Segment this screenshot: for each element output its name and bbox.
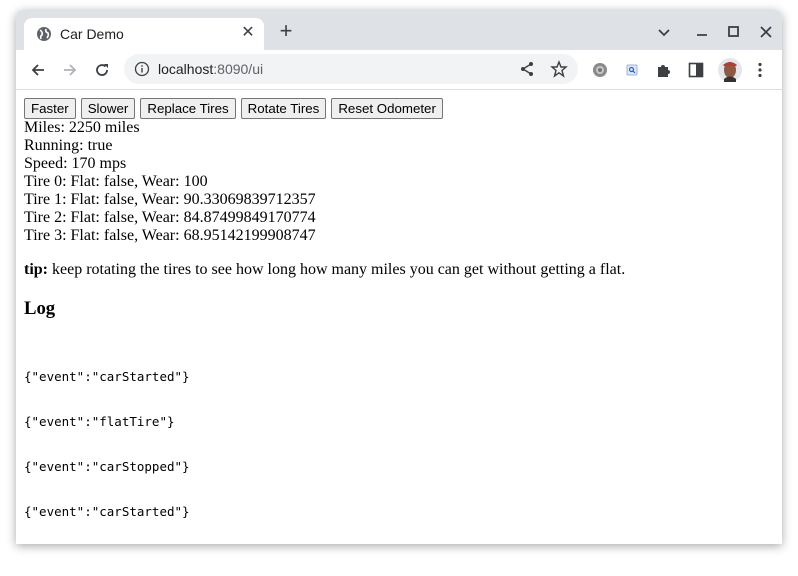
address-bar[interactable]: localhost:8090/ui — [124, 54, 578, 84]
miles-readout: Miles: 2250 miles — [24, 119, 140, 136]
url-text[interactable]: localhost:8090/ui — [158, 61, 263, 77]
url-host: localhost — [158, 61, 214, 77]
log-entry: {"event":"carStarted"} — [24, 369, 190, 384]
faster-button[interactable]: Faster — [24, 98, 76, 119]
log-entries: {"event":"carStarted"} {"event":"flatTir… — [24, 339, 190, 544]
title-bar: Car Demo ✕ + — [16, 10, 782, 50]
page-content: Faster Slower Replace Tires Rotate Tires… — [16, 90, 782, 544]
speed-readout: Speed: 170 mps — [24, 155, 127, 172]
reload-icon[interactable] — [92, 60, 112, 80]
car-status: Miles: 2250 miles Running: true Speed: 1… — [24, 119, 316, 245]
globe-icon — [37, 27, 51, 41]
back-icon[interactable] — [28, 60, 48, 80]
browser-window: Car Demo ✕ + localhost:8090/ui Faster Sl… — [16, 10, 782, 544]
tip-label: tip: — [24, 261, 48, 278]
slower-button[interactable]: Slower — [80, 98, 136, 119]
tire-status: Tire 2: Flat: false, Wear: 84.8749984917… — [24, 209, 316, 226]
tab-title: Car Demo — [60, 26, 124, 42]
maximize-icon[interactable] — [724, 22, 744, 42]
kebab-menu-icon[interactable] — [750, 60, 770, 80]
window-close-icon[interactable] — [756, 22, 776, 42]
plus-icon[interactable]: + — [276, 20, 296, 42]
minimize-icon[interactable] — [692, 22, 712, 42]
star-icon[interactable] — [550, 60, 568, 78]
chevron-down-icon[interactable] — [654, 22, 674, 42]
side-panel-icon[interactable] — [686, 60, 706, 80]
tire-status: Tire 3: Flat: false, Wear: 68.9514219990… — [24, 227, 316, 244]
rotate-tires-button[interactable]: Rotate Tires — [240, 98, 327, 119]
browser-toolbar: localhost:8090/ui — [16, 50, 782, 90]
share-icon[interactable] — [518, 60, 536, 78]
tip-body: keep rotating the tires to see how long … — [48, 261, 626, 278]
tip-text: tip: keep rotating the tires to see how … — [24, 261, 625, 279]
tire-status: Tire 1: Flat: false, Wear: 90.3306983971… — [24, 191, 316, 208]
reset-odometer-button[interactable]: Reset Odometer — [331, 98, 443, 119]
url-port-path: :8090/ui — [213, 61, 264, 77]
control-buttons: Faster Slower Replace Tires Rotate Tires… — [24, 98, 444, 119]
log-entry: {"event":"flatTire"} — [24, 414, 175, 429]
replace-tires-button[interactable]: Replace Tires — [140, 98, 236, 119]
settings-extension-icon[interactable] — [590, 60, 610, 80]
avatar[interactable] — [718, 58, 742, 82]
puzzle-icon[interactable] — [654, 60, 674, 80]
log-entry: {"event":"carStarted"} — [24, 504, 190, 519]
log-entry: {"event":"carStopped"} — [24, 459, 190, 474]
search-extension-icon[interactable] — [622, 60, 642, 80]
log-heading: Log — [24, 298, 56, 319]
running-readout: Running: true — [24, 137, 113, 154]
tab-car-demo[interactable]: Car Demo ✕ — [24, 18, 264, 50]
close-icon[interactable]: ✕ — [240, 25, 256, 41]
tire-status: Tire 0: Flat: false, Wear: 100 — [24, 173, 208, 190]
forward-icon[interactable] — [60, 60, 80, 80]
info-icon[interactable] — [134, 61, 150, 77]
